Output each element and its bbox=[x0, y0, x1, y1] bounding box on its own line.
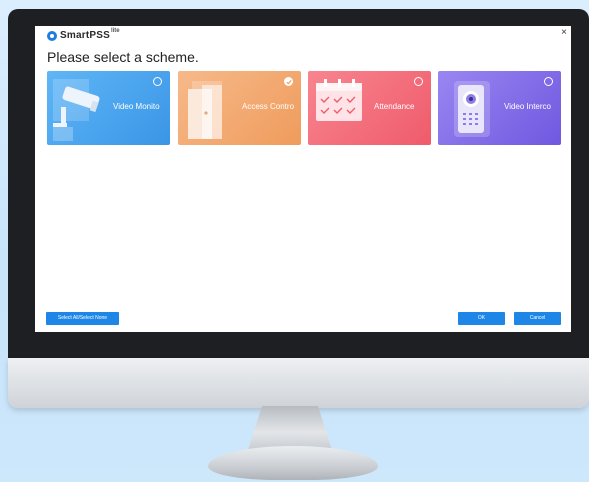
logo-text: SmartPSS bbox=[60, 30, 110, 41]
scheme-label: Video Monito bbox=[113, 102, 160, 111]
monitor-stand-base bbox=[208, 446, 378, 480]
ok-button[interactable]: OK bbox=[458, 312, 505, 325]
scheme-radio-checked[interactable] bbox=[284, 77, 293, 86]
scheme-card-attendance[interactable]: Attendance bbox=[308, 71, 431, 145]
scheme-list: Video Monito Access Contro Attendance Vi… bbox=[47, 71, 561, 145]
cancel-button[interactable]: Cancel bbox=[514, 312, 561, 325]
monitor-stand-neck bbox=[248, 406, 332, 450]
scheme-card-video-monitor[interactable]: Video Monito bbox=[47, 71, 170, 145]
door-icon bbox=[188, 81, 222, 139]
calendar-icon bbox=[316, 79, 362, 121]
app-window: SmartPSS lite × Please select a scheme. … bbox=[35, 26, 571, 332]
intercom-icon bbox=[454, 81, 490, 137]
scheme-label: Video Interco bbox=[504, 102, 551, 111]
page-title: Please select a scheme. bbox=[47, 49, 199, 65]
logo-superscript: lite bbox=[110, 27, 120, 34]
scheme-card-video-intercom[interactable]: Video Interco bbox=[438, 71, 561, 145]
select-all-button[interactable]: Select All/Select None bbox=[46, 312, 119, 325]
title-bar: SmartPSS lite × bbox=[35, 26, 571, 44]
camera-icon bbox=[53, 79, 100, 141]
scheme-label: Attendance bbox=[374, 102, 415, 111]
checkmark-icon bbox=[286, 80, 292, 85]
logo-icon bbox=[47, 30, 57, 41]
app-logo: SmartPSS lite bbox=[47, 27, 120, 41]
close-button[interactable]: × bbox=[561, 28, 567, 38]
scheme-label: Access Contro bbox=[242, 102, 295, 111]
monitor-chin bbox=[8, 358, 589, 408]
scheme-radio[interactable] bbox=[153, 77, 162, 86]
scheme-radio[interactable] bbox=[544, 77, 553, 86]
scheme-radio[interactable] bbox=[414, 77, 423, 86]
scheme-card-access-control[interactable]: Access Contro bbox=[178, 71, 301, 145]
